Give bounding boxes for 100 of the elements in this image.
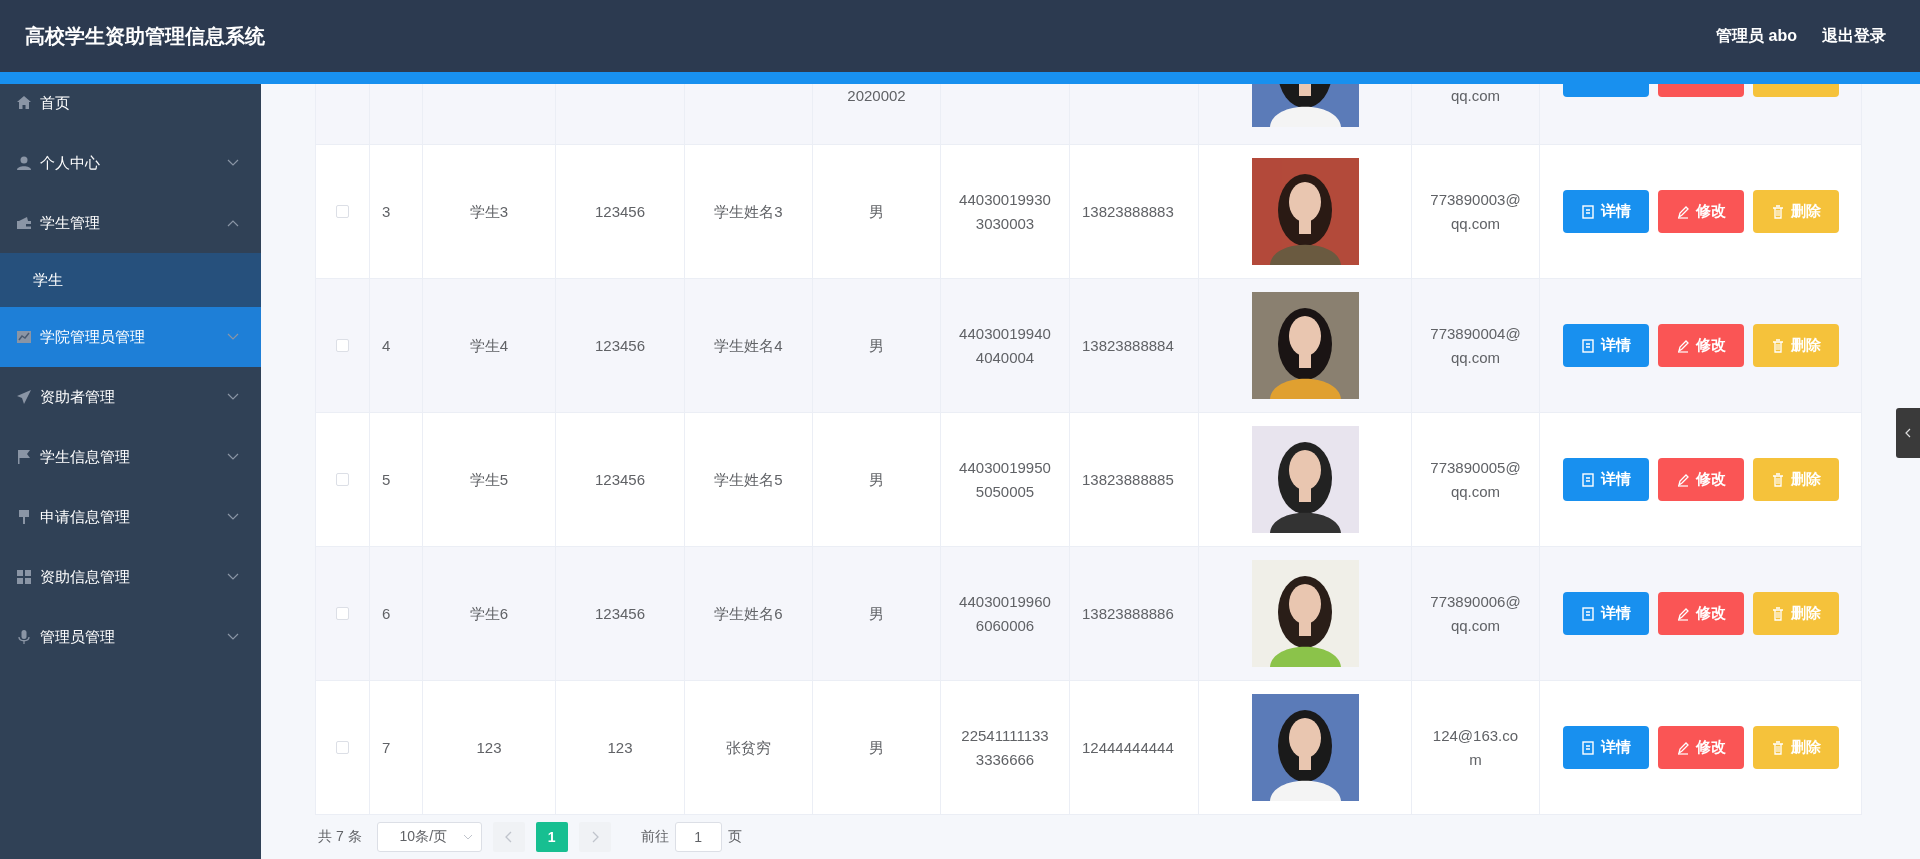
sidebar-item[interactable]: 学院管理员管理 [0,307,261,367]
chevron-down-icon [227,513,239,521]
sidebar-item[interactable]: 管理员管理 [0,607,261,667]
chevron-down-icon [462,834,473,840]
table-cell: 学生3 [423,144,556,278]
page-input[interactable]: 1 [674,822,722,852]
details-button[interactable] [1562,84,1649,97]
table-cell: 学生5 [423,412,556,546]
details-button[interactable]: 详情 [1562,726,1649,769]
grid-icon [16,569,32,585]
table-cell: 773890004@qq.com [1412,278,1540,412]
chevron-down-icon [227,393,239,401]
sidebar-item[interactable]: 学生管理 [0,193,261,253]
details-button[interactable]: 详情 [1562,190,1649,233]
pencil-icon [1675,472,1690,487]
sidebar-item[interactable]: 个人中心 [0,133,261,193]
table-cell: 440300199404040004 [941,278,1070,412]
checkbox[interactable] [336,607,349,620]
page-number[interactable]: 1 [535,822,568,852]
table-cell: 124@163.com [1412,680,1540,814]
checkbox[interactable] [336,473,349,486]
table-cell: 123456 [556,412,685,546]
trash-icon [1770,204,1785,219]
table-cell: 773890003@qq.com [1412,144,1540,278]
table-cell: 13823888885 [1070,412,1199,546]
table-cell: 123456 [556,278,685,412]
trash-icon [1770,606,1785,621]
edit-button[interactable]: 修改 [1657,190,1744,233]
edit-button[interactable] [1657,84,1744,97]
chevron-left-icon [504,831,513,843]
flag-icon [16,449,32,465]
table-cell: 440300199303030003 [941,144,1070,278]
table-cell: 123 [556,680,685,814]
trash-icon [1770,472,1785,487]
document-icon [1580,338,1595,353]
table-cell: 7 [370,680,423,814]
edit-button[interactable]: 修改 [1657,726,1744,769]
previous-page-button[interactable] [492,822,525,852]
sidebar-item[interactable]: 首页 [0,84,261,133]
sidebar-item[interactable]: 资助信息管理 [0,547,261,607]
details-button[interactable]: 详情 [1562,592,1649,635]
goto-label: 前往 [640,828,669,846]
edit-button[interactable]: 修改 [1657,592,1744,635]
table-cell: 225411111333336666 [941,680,1070,814]
page-suffix: 页 [727,828,742,846]
table-cell: 773890005@qq.com [1412,412,1540,546]
sidebar-item[interactable]: 申请信息管理 [0,487,261,547]
sidebar-item[interactable]: 资助者管理 [0,367,261,427]
delete-button[interactable] [1752,84,1839,97]
document-icon [1580,204,1595,219]
table-cell: 学生姓名6 [685,546,813,680]
user-icon [16,155,32,171]
submenu-item[interactable]: 学生 [0,253,261,307]
checkbox[interactable] [336,741,349,754]
table-cell: 440300199606060006 [941,546,1070,680]
pencil-icon [1675,606,1690,621]
table-cell: 123456 [556,144,685,278]
table-cell: 123456 [556,546,685,680]
table-cell: 学生姓名4 [685,278,813,412]
user-name: 管理员 abo [1716,25,1797,46]
table-cell: 773890006@qq.com [1412,546,1540,680]
chevron-down-icon [227,633,239,641]
pencil-icon [1675,740,1690,755]
table-cell: 5 [370,412,423,546]
page-size-select[interactable]: 10条/页 [376,822,482,852]
table-cell: qq.com [1412,84,1540,144]
collapse-toggle[interactable] [1896,408,1920,458]
chart-icon [16,329,32,345]
document-icon [1580,472,1595,487]
chevron-up-icon [227,219,239,227]
details-button[interactable]: 详情 [1562,458,1649,501]
table-cell: 13823888886 [1070,546,1199,680]
document-icon [1580,740,1595,755]
microphone-icon [16,629,32,645]
app-title: 高校学生资助管理信息系统 [25,23,266,49]
table-cell: 123 [423,680,556,814]
trash-icon [1770,338,1785,353]
document-icon [1580,606,1595,621]
sidebar-item[interactable]: 学生信息管理 [0,427,261,487]
pencil-icon [1675,204,1690,219]
table-cell: 男 [813,680,941,814]
next-page-button[interactable] [578,822,611,852]
wallet-icon [16,215,32,231]
table-cell: 男 [813,144,941,278]
logout-link[interactable]: 退出登录 [1822,25,1886,47]
trash-icon [1770,740,1785,755]
checkbox[interactable] [336,205,349,218]
table-cell: 13823888884 [1070,278,1199,412]
edit-button[interactable]: 修改 [1657,458,1744,501]
pin-icon [16,509,32,525]
edit-button[interactable]: 修改 [1657,324,1744,367]
table-cell: 6 [370,546,423,680]
checkbox[interactable] [336,339,349,352]
table-cell: 男 [813,546,941,680]
table-cell: 男 [813,412,941,546]
chevron-down-icon [227,159,239,167]
chevron-down-icon [227,573,239,581]
table-cell: 4 [370,278,423,412]
table-cell: 学生姓名3 [685,144,813,278]
details-button[interactable]: 详情 [1562,324,1649,367]
